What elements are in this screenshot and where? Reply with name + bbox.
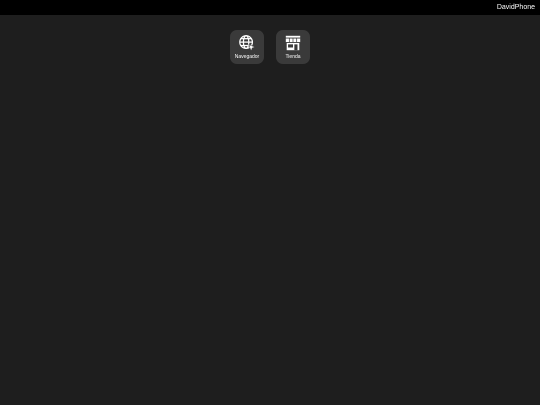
app-icon-navegador[interactable]: Navegador — [230, 30, 264, 64]
home-screen: Navegador Tienda — [0, 15, 540, 405]
device-name: DavidPhone — [496, 4, 535, 11]
storefront-icon — [285, 35, 301, 51]
app-icon-tienda[interactable]: Tienda — [276, 30, 310, 64]
status-bar: DavidPhone — [0, 0, 540, 15]
app-label: Navegador — [234, 54, 260, 60]
app-label: Tienda — [285, 54, 301, 60]
globe-icon — [239, 35, 256, 52]
